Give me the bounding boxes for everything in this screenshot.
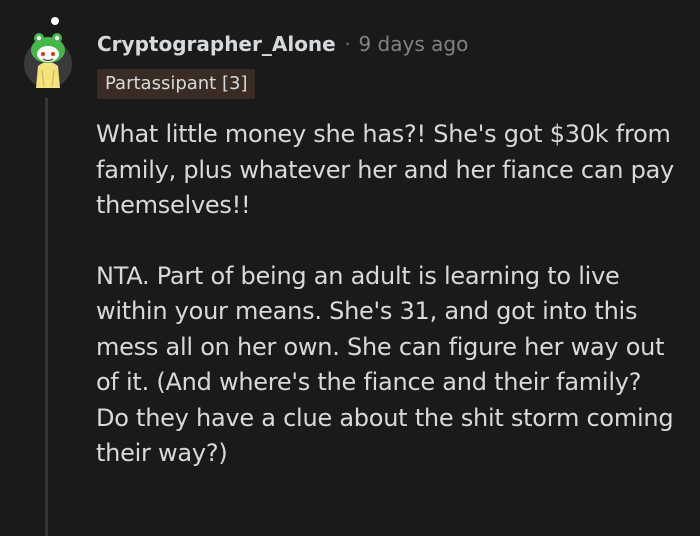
thread-collapse-line[interactable] [45, 98, 48, 536]
comment-paragraph: NTA. Part of being an adult is learning … [96, 261, 674, 468]
user-flair: Partassipant [3] [97, 69, 256, 99]
comment-body: What little money she has?! She's got $3… [96, 117, 676, 472]
comment-header: Cryptographer_Alone · 9 days ago [97, 29, 468, 59]
comment-author[interactable]: Cryptographer_Alone [97, 32, 336, 56]
snoo-avatar-icon [24, 17, 72, 88]
comment-paragraph: What little money she has?! She's got $3… [96, 120, 675, 219]
comment-timestamp[interactable]: 9 days ago [358, 32, 468, 56]
user-avatar[interactable] [22, 14, 74, 90]
meta-separator: · [344, 33, 351, 55]
